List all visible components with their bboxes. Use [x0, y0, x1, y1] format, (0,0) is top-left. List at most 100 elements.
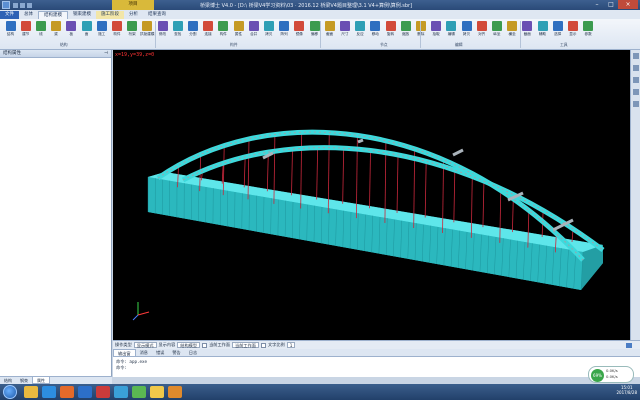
model-viewport[interactable]: x=19,y=39,z=0 [113, 50, 630, 340]
browser-icon[interactable] [42, 386, 56, 398]
ribbon-button[interactable]: 构件 [109, 21, 124, 43]
ribbon-button[interactable]: 桁架 [125, 21, 140, 43]
ribbon-button-label: 板 [69, 32, 74, 36]
ribbon-button[interactable]: 对齐 [474, 21, 489, 43]
ribbon-button[interactable]: 辅助 [535, 21, 550, 43]
ribbon-tool-icon [279, 21, 290, 31]
ribbon-button[interactable]: 纵坐 [489, 21, 504, 43]
tab-tendon[interactable]: 钢束 [16, 377, 32, 384]
ribbon-button[interactable]: 选择 [550, 21, 565, 43]
ribbon-button[interactable]: 梁 [49, 21, 64, 43]
ribbon-group-label: 构件 [230, 42, 238, 47]
ribbon-button[interactable]: 截面 [322, 21, 337, 43]
app-k-icon[interactable] [168, 386, 182, 398]
command-window[interactable]: 命令: app.exe 命令: [113, 357, 640, 377]
text-scale-input[interactable]: 1 [286, 342, 296, 348]
ribbon-button[interactable]: 截面 [520, 21, 535, 43]
ribbon-button-label: 辅助 [538, 32, 547, 36]
ribbon-tool-icon [400, 21, 411, 31]
ribbon-button[interactable]: 拷贝 [459, 21, 474, 43]
ribbon-group-label: 结构 [60, 42, 68, 47]
ribbon-button[interactable]: 线 [33, 21, 48, 43]
ribbon-button[interactable]: 拷贝 [261, 21, 276, 43]
rotate-icon[interactable] [633, 65, 639, 71]
ribbon-button[interactable]: 施工 [94, 21, 109, 43]
start-button[interactable] [3, 385, 17, 399]
ribbon-button[interactable]: 查找 [170, 21, 185, 43]
tab-warnings[interactable]: 警告 [168, 349, 184, 356]
ribbon-button[interactable]: 构件 [216, 21, 231, 43]
text-scale-checkbox[interactable] [260, 342, 266, 348]
ribbon-button[interactable]: 连接 [201, 21, 216, 43]
ribbon-button-label: 分割 [189, 32, 197, 36]
pdf-icon[interactable] [96, 386, 110, 398]
ribbon-button[interactable]: 缩放 [398, 21, 413, 43]
system-clock[interactable]: 15:01 2017/8/28 [616, 385, 637, 395]
ribbon-button[interactable]: 分割 [185, 21, 200, 43]
undo-icon[interactable] [20, 2, 25, 8]
ribbon-button[interactable]: 镜像 [292, 21, 307, 43]
tab-structure[interactable]: 结构 [0, 377, 16, 384]
ribbon-button[interactable]: 拾取 [429, 21, 444, 43]
ribbon-button[interactable]: 编辑 [444, 21, 459, 43]
tab-tendon-model[interactable]: 钢束建模 [68, 11, 96, 19]
ribbon-button[interactable]: 反应 [353, 21, 368, 43]
context-tab[interactable]: 项目 [112, 0, 154, 10]
tab-errors[interactable]: 错误 [152, 349, 168, 356]
tab-construction[interactable]: 施工阶段 [96, 11, 124, 19]
command-prompt[interactable]: 命令: [116, 365, 637, 371]
redo-icon[interactable] [27, 2, 32, 8]
ribbon-button-label: 选择 [554, 32, 562, 36]
minimize-button[interactable]: – [590, 0, 604, 9]
tab-analysis[interactable]: 分析 [124, 11, 143, 19]
tab-general[interactable]: 总体 [19, 11, 38, 19]
ribbon-button[interactable]: 旋转 [383, 21, 398, 43]
ribbon-button[interactable]: 阵列 [277, 21, 292, 43]
tab-results[interactable]: 结果查询 [143, 11, 171, 19]
ribbon-button[interactable]: 修改 [155, 21, 170, 43]
ribbon-tool-icon [537, 21, 548, 31]
ribbon-button-label: 编辑 [447, 32, 455, 36]
tab-messages[interactable]: 消息 [136, 349, 152, 356]
tab-structure-model[interactable]: 结构建模 [38, 11, 68, 19]
ribbon-button[interactable]: 拱肋建模 [140, 21, 155, 43]
pan-icon[interactable] [633, 89, 639, 95]
tab-log[interactable]: 日志 [185, 349, 201, 356]
ribbon-button[interactable]: 属性 [231, 21, 246, 43]
tab-output[interactable]: 输出窗 [113, 349, 136, 356]
network-speed-badge[interactable]: 69% 0.0K/s 0.0K/s [588, 366, 634, 383]
ribbon-button[interactable]: 参数 [581, 21, 596, 43]
tab-file[interactable]: 文件 [0, 11, 19, 19]
media-icon[interactable] [60, 386, 74, 398]
folder-icon[interactable] [150, 386, 164, 398]
ribbon-button[interactable]: 移动 [368, 21, 383, 43]
ribbon-button[interactable]: 结构 [3, 21, 18, 43]
ribbon-button[interactable]: 建节 [18, 21, 33, 43]
tab-properties[interactable]: 属性 [32, 377, 50, 384]
close-button[interactable]: × [618, 0, 638, 9]
ribbon-button[interactable]: 面 [79, 21, 94, 43]
save-icon[interactable] [13, 2, 18, 8]
maximize-button[interactable]: □ [604, 0, 618, 9]
ribbon-button[interactable]: 尺寸 [337, 21, 352, 43]
ribbon-button-label: 拷贝 [462, 32, 471, 36]
workplane-checkbox[interactable] [202, 342, 208, 348]
workplane-select[interactable]: 当前工作面 [232, 342, 259, 348]
explorer-icon[interactable] [24, 386, 38, 398]
expand-icon[interactable] [626, 342, 632, 348]
display-content-select[interactable]: 结构模型 [177, 342, 201, 348]
app-icon[interactable] [2, 1, 10, 9]
view-icon[interactable] [633, 53, 639, 59]
operation-type-select[interactable]: 显示模式 [133, 342, 157, 348]
ribbon-button[interactable]: 横坐 [505, 21, 520, 43]
ribbon-button[interactable]: 合并 [246, 21, 261, 43]
axis-triad [132, 302, 150, 321]
wechat-icon[interactable] [132, 386, 146, 398]
fit-icon[interactable] [633, 101, 639, 107]
pin-icon[interactable]: ⊣ [104, 50, 108, 58]
bridge-app-icon[interactable] [114, 386, 128, 398]
ribbon-button[interactable]: 显示 [565, 21, 580, 43]
zoom-icon[interactable] [633, 77, 639, 83]
word-icon[interactable] [78, 386, 92, 398]
ribbon-button[interactable]: 板 [64, 21, 79, 43]
